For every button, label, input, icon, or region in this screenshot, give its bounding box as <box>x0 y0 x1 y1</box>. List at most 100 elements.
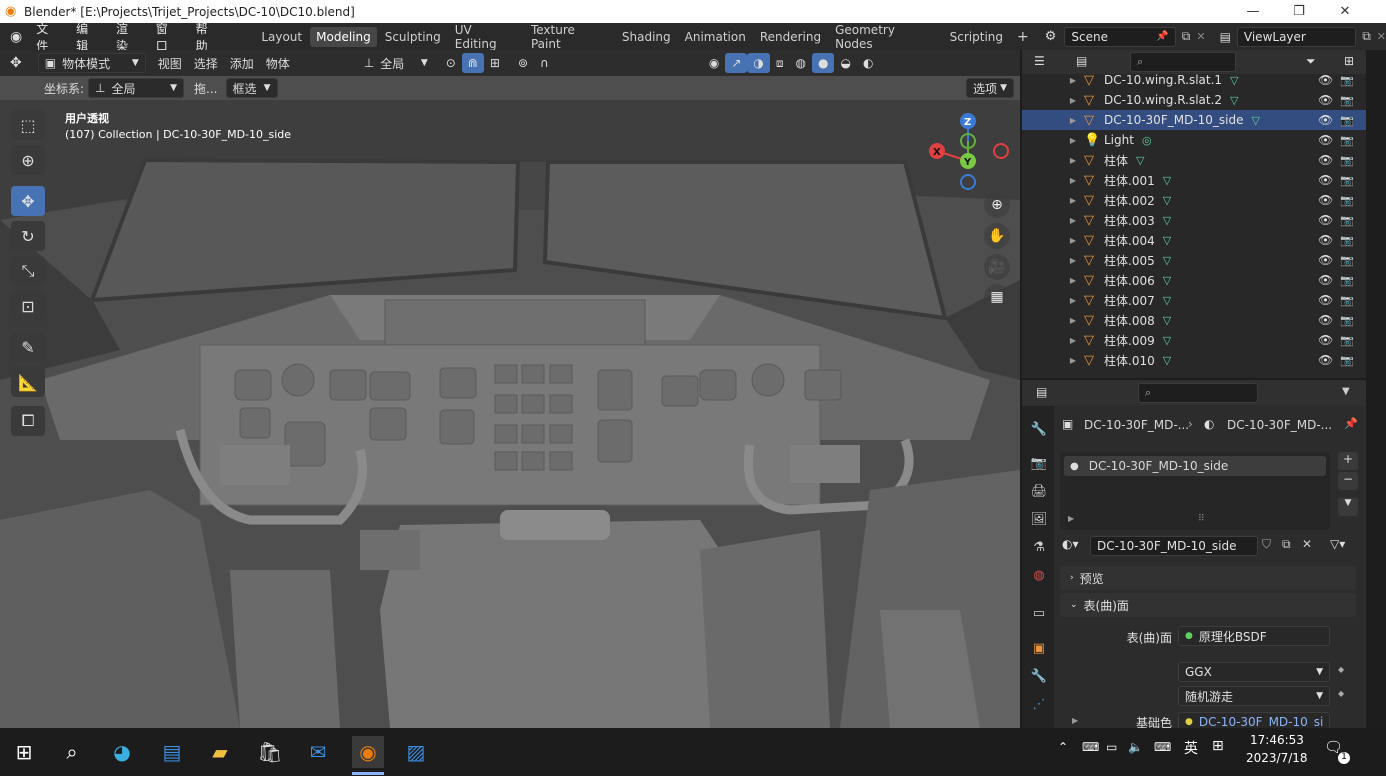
visibility-eye-icon[interactable]: 👁 <box>1318 73 1333 87</box>
expand-arrow-icon[interactable]: ▶ <box>1066 196 1080 205</box>
outliner-item-label[interactable]: 柱体.001 <box>1104 172 1155 189</box>
search-icon[interactable]: ⌕ <box>56 736 88 768</box>
menu-window[interactable]: 窗口 <box>148 20 188 54</box>
outliner-row[interactable]: ▶ ▽ 柱体.002 ▽ 👁 📷 <box>1022 190 1366 210</box>
annotate-tool[interactable]: ✎ <box>11 332 45 362</box>
add-workspace-button[interactable]: + <box>1011 26 1035 48</box>
navigation-gizmo[interactable]: Z X Y <box>925 112 1015 192</box>
new-scene-icon[interactable]: ⧉ <box>1182 29 1191 44</box>
object-properties-tab[interactable]: ▣ <box>1028 637 1050 659</box>
expand-arrow-icon[interactable]: ▶ <box>1066 176 1080 185</box>
drag-selector[interactable]: 框选 ▼ <box>225 78 278 98</box>
render-properties-tab[interactable]: 📷 <box>1028 452 1050 474</box>
unlink-material-icon[interactable]: ✕ <box>1302 537 1312 551</box>
output-properties-tab[interactable]: 🖨 <box>1028 480 1050 502</box>
tool-properties-tab[interactable]: 🔧 <box>1028 418 1050 440</box>
options-button[interactable]: 选项 ▼ <box>966 78 1014 98</box>
expand-arrow-icon[interactable]: ▶ <box>1066 116 1080 125</box>
outliner-row[interactable]: ▶ 💡 Light ◎ 👁 📷 <box>1022 130 1366 150</box>
tab-scripting[interactable]: Scripting <box>944 27 1009 47</box>
outliner-row[interactable]: ▶ ▽ 柱体.006 ▽ 👁 📷 <box>1022 270 1366 290</box>
outliner-row[interactable]: ▶ ▽ 柱体.001 ▽ 👁 📷 <box>1022 170 1366 190</box>
render-camera-icon[interactable]: 📷 <box>1340 74 1354 87</box>
transform-tool[interactable]: ⊡ <box>11 291 45 321</box>
outliner-item-label[interactable]: 柱体.003 <box>1104 212 1155 229</box>
outliner-item-label[interactable]: 柱体 <box>1104 152 1128 169</box>
render-camera-icon[interactable]: 📷 <box>1340 314 1354 327</box>
visibility-eye-icon[interactable]: 👁 <box>1318 233 1333 247</box>
breadcrumb-material[interactable]: DC-10-30F_MD-... <box>1227 418 1332 432</box>
outliner-row[interactable]: ▶ ▽ 柱体.008 ▽ 👁 📷 <box>1022 310 1366 330</box>
overlay-toggle-icon[interactable]: ◑ <box>747 53 770 73</box>
new-view-layer-icon[interactable]: ⧉ <box>1362 29 1371 44</box>
light-data-icon[interactable]: ◎ <box>1142 134 1152 147</box>
menu-add[interactable]: 添加 <box>224 53 260 73</box>
tab-layout[interactable]: Layout <box>255 27 308 47</box>
collection-properties-tab[interactable]: ▭ <box>1028 602 1050 624</box>
mesh-data-icon[interactable]: ▽ <box>1252 114 1260 127</box>
outliner-row[interactable]: ▶ ▽ 柱体 ▽ 👁 📷 <box>1022 150 1366 170</box>
render-camera-icon[interactable]: 📷 <box>1340 134 1354 147</box>
outliner-item-label[interactable]: 柱体.005 <box>1104 252 1155 269</box>
pivot-icon[interactable]: ⊙ <box>440 53 462 73</box>
tray-overflow-icon[interactable]: ⌃ <box>1058 740 1068 754</box>
filter-icon[interactable]: ⏷ <box>1306 54 1316 69</box>
cockpit-render[interactable] <box>0 50 1020 728</box>
outliner-item-label[interactable]: 柱体.010 <box>1104 352 1155 369</box>
tab-modeling[interactable]: Modeling <box>310 26 377 47</box>
visibility-eye-icon[interactable]: 👁 <box>1318 253 1333 267</box>
restore-button[interactable]: ❐ <box>1276 0 1322 23</box>
edge-browser-icon[interactable]: ◕ <box>106 736 138 768</box>
view-layer-properties-tab[interactable]: 🖼 <box>1028 508 1050 530</box>
visibility-eye-icon[interactable]: 👁 <box>1318 353 1333 367</box>
delete-view-layer-icon[interactable]: ✕ <box>1377 30 1386 43</box>
start-button-icon[interactable]: ⊞ <box>8 736 40 768</box>
snap-icon[interactable]: ⋒ <box>461 53 484 73</box>
mesh-data-icon[interactable]: ▽ <box>1163 194 1171 207</box>
render-camera-icon[interactable]: 📷 <box>1340 114 1354 127</box>
modifier-properties-tab[interactable]: 🔧 <box>1028 665 1050 687</box>
particles-properties-tab[interactable]: ⋰ <box>1028 693 1050 715</box>
network-icon[interactable]: ⌨ <box>1082 740 1099 754</box>
expand-arrow-icon[interactable]: ▶ <box>1066 336 1080 345</box>
visibility-icon[interactable]: ◉ <box>703 53 725 73</box>
visibility-eye-icon[interactable]: 👁 <box>1318 173 1333 187</box>
tab-sculpting[interactable]: Sculpting <box>379 27 447 47</box>
surface-section-header[interactable]: ⌄ 表(曲)面 <box>1060 593 1356 617</box>
outliner-item-label[interactable]: 柱体.004 <box>1104 232 1155 249</box>
menu-render[interactable]: 渲染 <box>108 20 148 54</box>
menu-edit[interactable]: 编辑 <box>68 20 108 54</box>
mesh-data-icon[interactable]: ▽ <box>1230 74 1238 87</box>
scene-selector-icon[interactable]: ⚙ <box>1045 29 1057 44</box>
mesh-data-icon[interactable]: ▽ <box>1163 354 1171 367</box>
subsurface-method-selector[interactable]: 随机游走 ▼ <box>1178 686 1330 706</box>
distribution-selector[interactable]: GGX ▼ <box>1178 662 1330 682</box>
expand-list-icon[interactable]: ▶ <box>1068 514 1074 523</box>
outliner-item-label[interactable]: 柱体.009 <box>1104 332 1155 349</box>
outliner-item-label[interactable]: DC-10-30F_MD-10_side <box>1104 113 1244 127</box>
tab-uv-editing[interactable]: UV Editing <box>449 20 523 54</box>
scene-field[interactable]: Scene 📌 <box>1064 26 1176 47</box>
measure-tool[interactable]: 📐 <box>11 367 45 397</box>
tab-geometry-nodes[interactable]: Geometry Nodes <box>829 20 942 54</box>
xray-toggle-icon[interactable]: ⧈ <box>770 53 790 73</box>
render-camera-icon[interactable]: 📷 <box>1340 354 1354 367</box>
outliner-row[interactable]: ▶ ▽ 柱体.009 ▽ 👁 📷 <box>1022 330 1366 350</box>
mail-icon[interactable]: ✉ <box>302 736 334 768</box>
outliner-item-label[interactable]: 柱体.002 <box>1104 192 1155 209</box>
expand-arrow-icon[interactable]: ▶ <box>1066 96 1080 105</box>
resize-handle-icon[interactable]: ⠿ <box>1198 514 1205 524</box>
move-tool[interactable]: ✥ <box>11 186 45 216</box>
blender-menu-icon[interactable]: ◉ <box>10 29 22 45</box>
rotate-tool[interactable]: ↻ <box>11 221 45 251</box>
render-camera-icon[interactable]: 📷 <box>1340 174 1354 187</box>
base-color-texture-field[interactable]: ● DC-10-30F_MD-10_side... <box>1178 712 1330 728</box>
render-camera-icon[interactable]: 📷 <box>1340 214 1354 227</box>
perspective-grid-icon[interactable]: ▦ <box>984 284 1010 310</box>
tab-shading[interactable]: Shading <box>616 27 677 47</box>
breadcrumb-object[interactable]: DC-10-30F_MD-... <box>1084 418 1189 432</box>
cursor-tool[interactable]: ⊕ <box>11 145 45 175</box>
filter-view-icon[interactable]: ▤ <box>1076 54 1087 68</box>
camera-view-icon[interactable]: 🎥 <box>984 254 1010 280</box>
material-shading-icon[interactable]: ◒ <box>834 53 856 73</box>
